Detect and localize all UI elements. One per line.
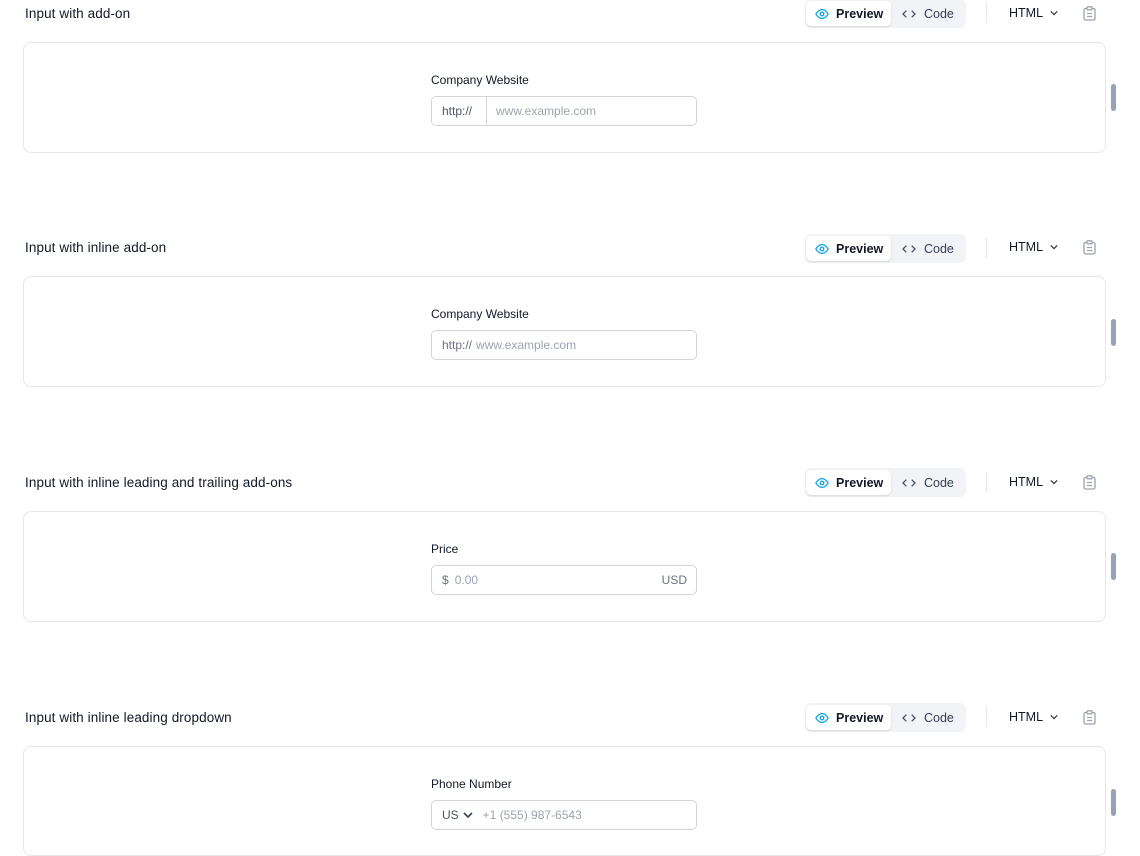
inline-prefix: http:// (442, 338, 473, 352)
code-brackets-icon (901, 8, 917, 20)
language-select[interactable]: HTML (1009, 240, 1058, 254)
preview-label: Preview (836, 475, 884, 490)
toolbar-divider (986, 707, 987, 727)
addon-prefix: http:// (432, 97, 487, 125)
preview-card: Price $ 0.00 USD (23, 511, 1106, 622)
scroll-marker[interactable] (1111, 553, 1116, 580)
chevron-down-icon (463, 812, 473, 818)
preview-button[interactable]: Preview (806, 1, 891, 26)
field-label: Price (431, 542, 459, 556)
chevron-down-icon (1050, 10, 1058, 16)
toolbar-divider (986, 3, 987, 23)
scroll-marker[interactable] (1111, 789, 1116, 816)
code-button[interactable]: Code (894, 470, 964, 495)
chevron-down-icon (1050, 244, 1058, 250)
phone-input-group: US +1 (555) 987-6543 (431, 800, 697, 830)
section-title: Input with add-on (25, 6, 131, 21)
website-input-group[interactable]: http:// www.example.com (431, 330, 697, 360)
website-input-group: http:// www.example.com (431, 96, 697, 126)
code-brackets-icon (901, 243, 917, 255)
language-select[interactable]: HTML (1009, 710, 1058, 724)
preview-card: Company Website http:// www.example.com (23, 42, 1106, 153)
view-toggle: Preview Code (805, 468, 966, 497)
language-label: HTML (1009, 475, 1044, 489)
language-select[interactable]: HTML (1009, 6, 1058, 20)
eye-icon (815, 711, 829, 725)
preview-label: Preview (836, 710, 884, 725)
language-label: HTML (1009, 240, 1044, 254)
view-toggle: Preview Code (805, 703, 966, 732)
preview-card: Phone Number US +1 (555) 987-6543 (23, 746, 1106, 856)
code-label: Code (924, 710, 954, 725)
preview-button[interactable]: Preview (806, 470, 891, 495)
preview-label: Preview (836, 6, 884, 21)
website-input[interactable]: www.example.com (476, 331, 696, 359)
country-value: US (442, 808, 459, 822)
preview-button[interactable]: Preview (806, 236, 891, 261)
toolbar-divider (986, 472, 987, 492)
section-title: Input with inline leading and trailing a… (25, 475, 293, 490)
code-label: Code (924, 241, 954, 256)
code-label: Code (924, 6, 954, 21)
scroll-marker[interactable] (1111, 84, 1116, 111)
code-button[interactable]: Code (894, 1, 964, 26)
country-dropdown[interactable]: US (432, 801, 473, 829)
chevron-down-icon (1050, 714, 1058, 720)
clipboard-icon[interactable] (1083, 240, 1096, 255)
scroll-marker[interactable] (1111, 319, 1116, 346)
phone-input[interactable]: +1 (555) 987-6543 (473, 801, 696, 829)
language-select[interactable]: HTML (1009, 475, 1058, 489)
price-input[interactable]: 0.00 (455, 566, 662, 594)
view-toggle: Preview Code (805, 0, 966, 28)
chevron-down-icon (1050, 479, 1058, 485)
toolbar-divider (986, 238, 987, 258)
language-label: HTML (1009, 6, 1044, 20)
eye-icon (815, 7, 829, 21)
view-toggle: Preview Code (805, 234, 966, 263)
field-label: Phone Number (431, 777, 512, 791)
currency-symbol: $ (442, 573, 449, 587)
section-title: Input with inline add-on (25, 240, 167, 255)
eye-icon (815, 242, 829, 256)
preview-card: Company Website http:// www.example.com (23, 276, 1106, 387)
code-brackets-icon (901, 477, 917, 489)
code-button[interactable]: Code (894, 236, 964, 261)
currency-code: USD (661, 573, 687, 587)
code-label: Code (924, 475, 954, 490)
clipboard-icon[interactable] (1083, 710, 1096, 725)
eye-icon (815, 476, 829, 490)
section-title: Input with inline leading dropdown (25, 710, 232, 725)
preview-button[interactable]: Preview (806, 705, 891, 730)
clipboard-icon[interactable] (1083, 6, 1096, 21)
preview-label: Preview (836, 241, 884, 256)
language-label: HTML (1009, 710, 1044, 724)
field-label: Company Website (431, 73, 529, 87)
clipboard-icon[interactable] (1083, 475, 1096, 490)
code-button[interactable]: Code (894, 705, 964, 730)
price-input-group[interactable]: $ 0.00 USD (431, 565, 697, 595)
field-label: Company Website (431, 307, 529, 321)
code-brackets-icon (901, 712, 917, 724)
website-input[interactable]: www.example.com (487, 97, 696, 125)
